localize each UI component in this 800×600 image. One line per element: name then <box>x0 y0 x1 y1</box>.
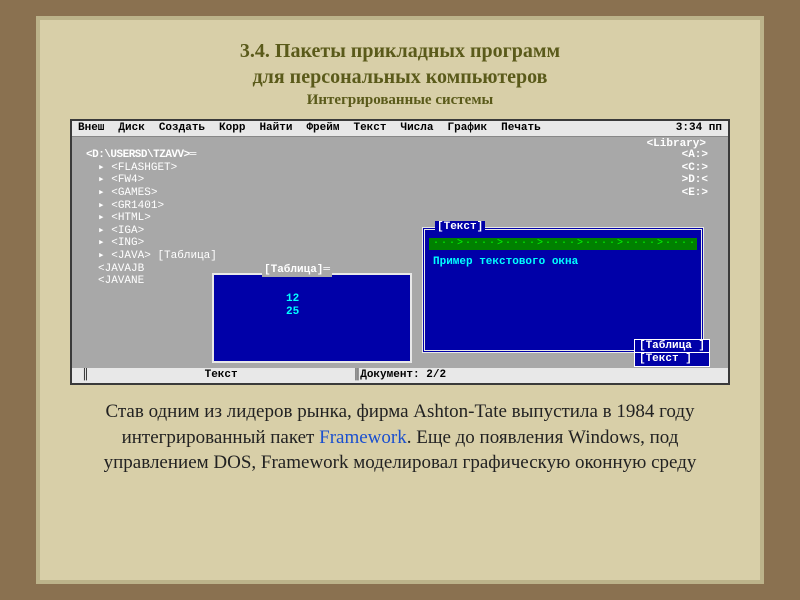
menu-item[interactable]: Текст <box>353 122 386 135</box>
drive-item[interactable]: <E:> <box>682 187 708 200</box>
text-window[interactable]: [Текст] ···>····>····>····>····>····>···… <box>422 227 704 353</box>
current-path: <D:\USERSD\TZAVV>═ <box>86 149 386 162</box>
file-item[interactable]: <JAVA> [Таблица] <box>98 250 386 263</box>
file-browser[interactable]: <D:\USERSD\TZAVV>═ <FLASHGET> <FW4> <GAM… <box>86 149 386 288</box>
text-window-body: Пример текстового окна <box>425 254 701 271</box>
slide-frame: 3.4. Пакеты прикладных программ для перс… <box>36 16 764 584</box>
slide-paragraph: Став одним из лидеров рынка, фирма Ashto… <box>78 399 722 476</box>
status-center: Текст <box>205 369 238 382</box>
framework-link: Framework <box>319 427 407 448</box>
menu-item[interactable]: Создать <box>159 122 205 135</box>
dos-screenshot: Внеш Диск Создать Корр Найти Фрейм Текст… <box>70 119 730 385</box>
file-item[interactable]: <FLASHGET> <box>98 162 386 175</box>
file-item[interactable]: <GR1401> <box>98 200 386 213</box>
table-window-label: [Таблица]═ <box>262 264 332 277</box>
file-item[interactable]: <GAMES> <box>98 187 386 200</box>
menu-item[interactable]: Внеш <box>78 122 104 135</box>
table-cell: 25 <box>286 306 410 319</box>
menu-item[interactable]: Печать <box>501 122 541 135</box>
text-window-label: [Текст] <box>435 221 485 234</box>
drive-item[interactable]: <C:> <box>682 162 708 175</box>
title-line-2: для персональных компьютеров <box>60 64 740 90</box>
menu-item[interactable]: Корр <box>219 122 245 135</box>
menu-item[interactable]: Числа <box>400 122 433 135</box>
stack-tab[interactable]: [Таблица ] <box>634 339 710 354</box>
title-sub: Интегрированные системы <box>60 92 740 109</box>
menu-bar[interactable]: Внеш Диск Создать Корр Найти Фрейм Текст… <box>72 121 728 137</box>
drive-item[interactable]: <A:> <box>682 149 708 162</box>
table-window[interactable]: [Таблица]═ 12 25 <box>212 273 412 363</box>
clock: 3:34 пп <box>676 122 722 135</box>
window-stack[interactable]: [Таблица ] [Текст ] <box>634 340 710 367</box>
menu-item[interactable]: Диск <box>118 122 144 135</box>
file-item[interactable]: <FW4> <box>98 174 386 187</box>
stack-tab[interactable]: [Текст ] <box>634 352 710 367</box>
table-cell: 12 <box>286 293 410 306</box>
file-item[interactable]: <ING> <box>98 237 386 250</box>
menu-item[interactable]: График <box>448 122 488 135</box>
menu-item[interactable]: Найти <box>259 122 292 135</box>
status-bar: ║ Текст ║Документ: 2/2 <box>72 368 728 383</box>
file-item[interactable]: <IGA> <box>98 225 386 238</box>
status-right: ║Документ: 2/2 <box>354 369 446 382</box>
file-item[interactable]: <HTML> <box>98 212 386 225</box>
ruler-bar: ···>····>····>····>····>····>····>····>·… <box>429 238 697 250</box>
status-left: ║ <box>82 369 89 382</box>
drive-item[interactable]: >D:< <box>682 174 708 187</box>
dos-screen: Внеш Диск Создать Корр Найти Фрейм Текст… <box>72 121 728 383</box>
menu-item[interactable]: Фрейм <box>306 122 339 135</box>
drive-list[interactable]: <A:> <C:> >D:< <E:> <box>682 149 708 200</box>
slide-title-block: 3.4. Пакеты прикладных программ для перс… <box>60 38 740 109</box>
title-line-1: 3.4. Пакеты прикладных программ <box>60 38 740 64</box>
file-list[interactable]: <FLASHGET> <FW4> <GAMES> <GR1401> <HTML>… <box>86 162 386 288</box>
